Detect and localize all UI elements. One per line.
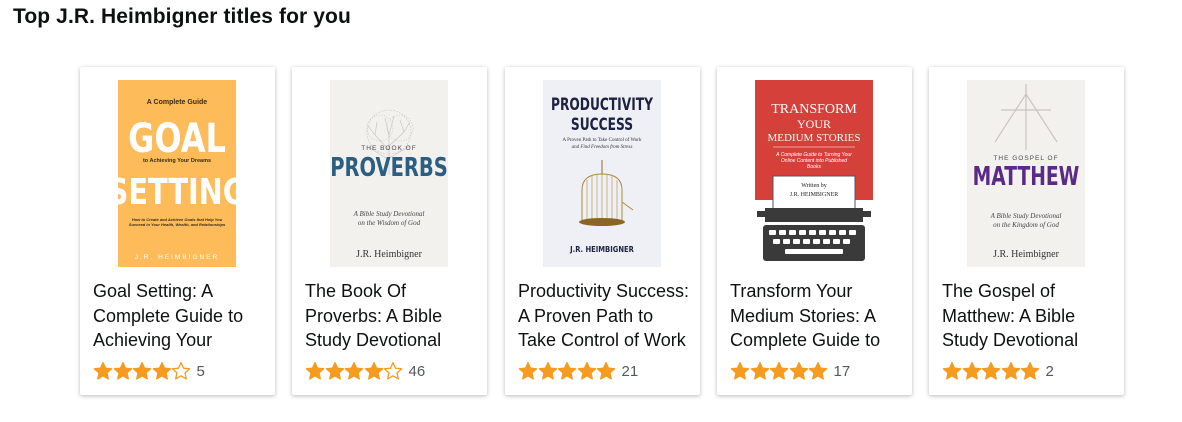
star-filled-icon [596,361,616,380]
rating[interactable]: 17 [730,360,850,382]
star-filled-icon [730,361,750,380]
svg-text:J.R. HEIMBIGNER: J.R. HEIMBIGNER [135,254,220,261]
svg-text:PROVERBS: PROVERBS [330,153,448,182]
svg-text:TRANSFORM: TRANSFORM [771,102,857,117]
svg-text:Books: Books [807,164,821,170]
svg-text:A Proven Path to Take Control: A Proven Path to Take Control of Work [563,138,642,143]
svg-text:MEDIUM STORIES: MEDIUM STORIES [767,132,860,144]
book-cover-image: A Complete Guide GOAL to Achieving Your … [118,80,236,267]
review-count[interactable]: 5 [197,363,205,380]
svg-text:SUCCESS: SUCCESS [571,115,633,135]
star-rating [730,361,828,381]
svg-text:J.R. Heimbigner: J.R. Heimbigner [356,249,422,260]
svg-text:on the Wisdom of God: on the Wisdom of God [358,219,421,227]
star-filled-icon [942,361,962,380]
book-cover-image: PRODUCTIVITY SUCCESS A Proven Path to Ta… [543,80,661,267]
star-filled-icon [518,361,538,380]
svg-text:A Bible Study Devotional: A Bible Study Devotional [353,210,425,218]
star-empty-icon [383,361,403,380]
svg-text:GOAL: GOAL [128,114,226,161]
review-count[interactable]: 21 [622,363,639,380]
svg-text:to Achieving Your Dreams: to Achieving Your Dreams [143,158,211,164]
svg-text:PRODUCTIVITY: PRODUCTIVITY [551,95,653,115]
star-filled-icon [557,361,577,380]
star-rating [305,361,403,381]
svg-text:THE GOSPEL OF: THE GOSPEL OF [993,155,1058,162]
book-cover-image: THE BOOK OF PROVERBS A Bible Study Devot… [330,80,448,267]
review-count[interactable]: 17 [834,363,851,380]
svg-text:A Bible Study Devotional: A Bible Study Devotional [990,212,1062,220]
rating[interactable]: 46 [305,360,425,382]
star-filled-icon [538,361,557,380]
svg-text:YOUR: YOUR [797,117,831,131]
book-cover[interactable]: THE BOOK OF PROVERBS A Bible Study Devot… [330,80,448,267]
star-filled-icon [981,361,1001,380]
book-title-link[interactable]: Goal Setting: A Complete Guide to Achiev… [93,279,265,353]
svg-text:A Complete Guide: A Complete Guide [147,99,208,106]
section-heading: Top J.R. Heimbigner titles for you [13,5,351,28]
star-filled-icon [132,361,152,380]
review-count[interactable]: 2 [1046,363,1054,380]
star-filled-icon [750,361,769,380]
book-card-proverbs[interactable]: THE BOOK OF PROVERBS A Bible Study Devot… [292,67,487,395]
book-card-goal-setting[interactable]: A Complete Guide GOAL to Achieving Your … [80,67,275,395]
svg-text:on the Kingdom of God: on the Kingdom of God [993,221,1059,229]
star-rating [942,361,1040,381]
star-filled-icon [1020,361,1040,380]
review-count[interactable]: 46 [409,363,426,380]
star-filled-icon [305,361,325,380]
book-card-matthew[interactable]: THE GOSPEL OF MATTHEW A Bible Study Devo… [929,67,1124,395]
star-filled-icon [344,361,364,380]
book-title-link[interactable]: Productivity Success: A Proven Path to T… [518,279,690,353]
book-cover[interactable]: THE GOSPEL OF MATTHEW A Bible Study Devo… [967,80,1085,267]
book-cover-image: TRANSFORM YOUR MEDIUM STORIES A Complete… [755,80,873,267]
book-title-link[interactable]: The Book Of Proverbs: A Bible Study Devo… [305,279,477,353]
svg-text:J.R. HEIMBIGNER: J.R. HEIMBIGNER [569,244,634,254]
star-filled-icon [789,361,808,380]
book-title-link[interactable]: Transform Your Medium Stories: A Complet… [730,279,902,353]
rating[interactable]: 21 [518,360,638,382]
star-filled-icon [325,361,344,380]
star-filled-icon [113,361,132,380]
book-cover[interactable]: PRODUCTIVITY SUCCESS A Proven Path to Ta… [543,80,661,267]
book-card-productivity[interactable]: PRODUCTIVITY SUCCESS A Proven Path to Ta… [505,67,700,395]
svg-text:J.R. Heimbigner: J.R. Heimbigner [993,249,1059,260]
star-filled-icon [152,361,171,380]
star-rating [518,361,616,381]
book-cover[interactable]: TRANSFORM YOUR MEDIUM STORIES A Complete… [755,80,873,267]
star-filled-icon [808,361,828,380]
star-empty-icon [171,361,191,380]
star-filled-icon [364,361,383,380]
svg-text:THE BOOK OF: THE BOOK OF [361,145,416,152]
book-card-transform-medium[interactable]: TRANSFORM YOUR MEDIUM STORIES A Complete… [717,67,912,395]
rating[interactable]: 2 [942,360,1054,382]
star-filled-icon [93,361,113,380]
svg-text:J.R. HEIMBIGNER: J.R. HEIMBIGNER [790,192,839,198]
book-cover-image: THE GOSPEL OF MATTHEW A Bible Study Devo… [967,80,1085,267]
svg-text:MATTHEW: MATTHEW [973,162,1080,192]
star-filled-icon [962,361,981,380]
book-title-link[interactable]: The Gospel of Matthew: A Bible Study Dev… [942,279,1114,353]
book-cover[interactable]: A Complete Guide GOAL to Achieving Your … [118,80,236,267]
svg-text:SETTING: SETTING [118,171,236,213]
star-rating [93,361,191,381]
star-filled-icon [1001,361,1020,380]
svg-text:and Find Freedom from Stress: and Find Freedom from Stress [572,145,633,150]
rating[interactable]: 5 [93,360,205,382]
star-filled-icon [577,361,596,380]
svg-text:Written by: Written by [801,183,827,189]
star-filled-icon [769,361,789,380]
